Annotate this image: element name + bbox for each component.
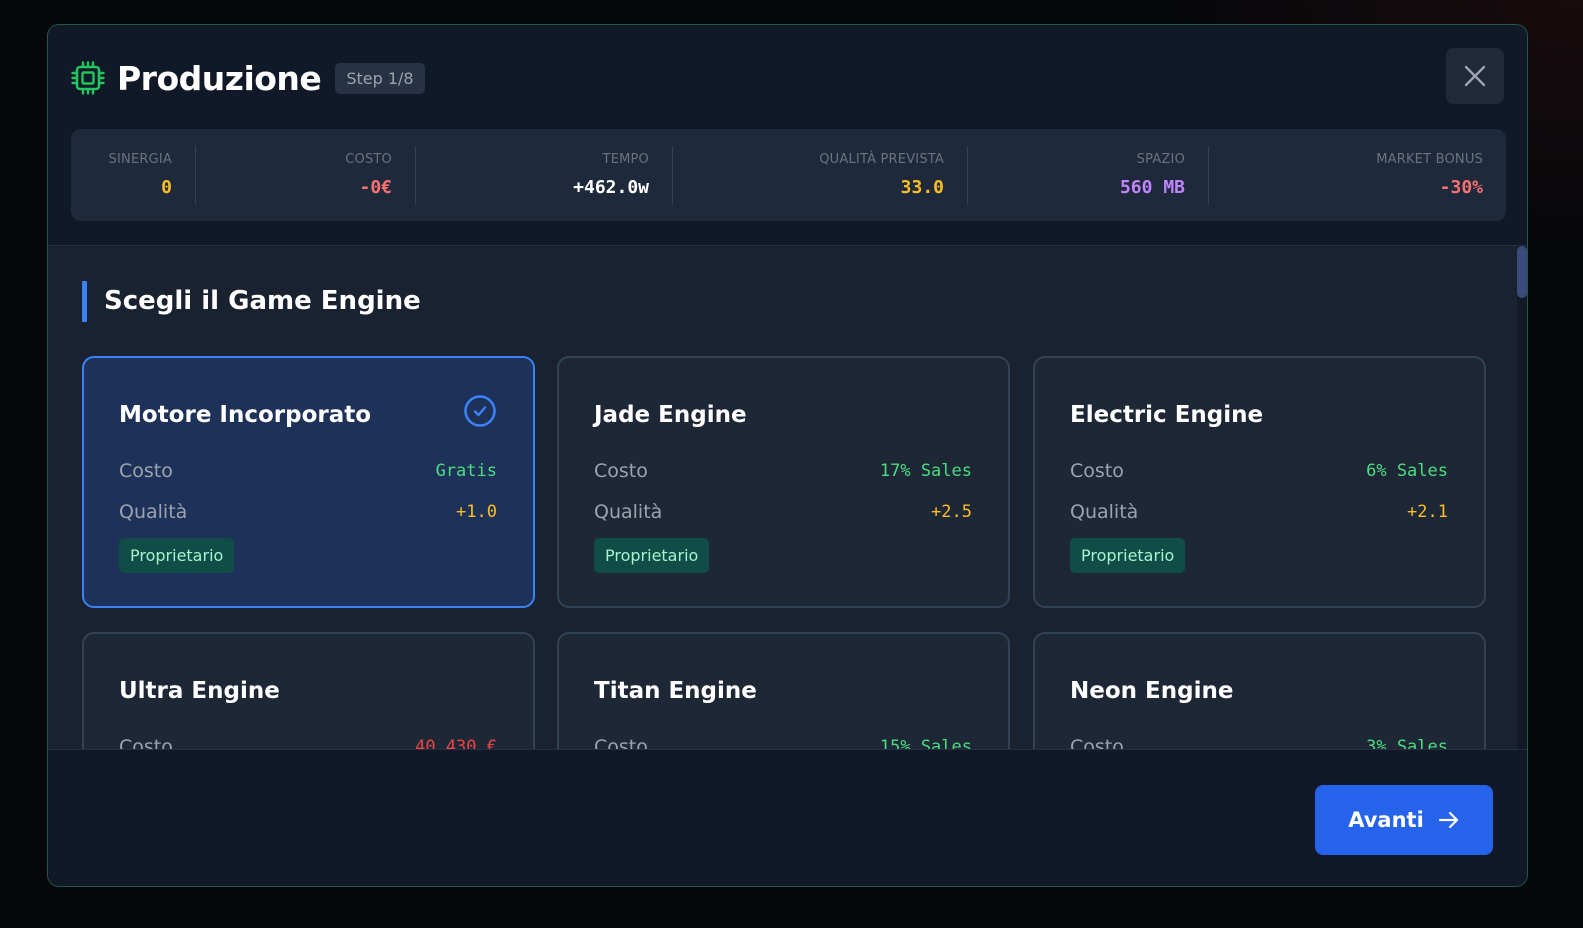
cost-value: 40.430 € [415,737,497,749]
stat-value: 560 MB [1119,177,1185,198]
cost-value: 3% Sales [1366,737,1448,749]
scrollbar-thumb[interactable] [1517,246,1527,298]
cost-value: 17% Sales [879,461,972,481]
stat-tempo: TEMPO +462.0w [416,146,673,204]
check-circle-icon [464,395,496,427]
chip-icon [71,61,105,95]
scrollbar-track[interactable] [1517,246,1527,749]
close-button[interactable] [1446,48,1504,104]
cost-row: Costo Gratis [119,460,497,482]
stat-value: -30% [1439,177,1483,198]
cost-row: Costo 15% Sales [594,736,972,749]
quality-value: +2.1 [1407,502,1448,522]
engine-card-neon-engine[interactable]: Neon Engine Costo 3% Sales [1033,632,1486,749]
close-icon [1464,65,1486,87]
modal-footer: Avanti [48,749,1527,886]
stat-market-bonus: MARKET BONUS -30% [1209,146,1506,204]
modal-title: Produzione [117,58,322,98]
stat-label: SPAZIO [1136,152,1185,167]
stat-sinergia: SINERGIA 0 [71,146,196,204]
cost-label: Costo [1070,736,1124,749]
title-row: Produzione Step 1/8 [71,58,425,98]
cost-row: Costo 6% Sales [1070,460,1448,482]
cost-label: Costo [119,460,173,482]
engine-name: Motore Incorporato [119,402,372,428]
owner-tag: Proprietario [119,538,235,573]
stat-label: SINERGIA [108,152,172,167]
engine-card-titan-engine[interactable]: Titan Engine Costo 15% Sales [557,632,1010,749]
engine-name: Neon Engine [1070,678,1234,704]
engine-name: Ultra Engine [119,678,280,704]
stat-spazio: SPAZIO 560 MB [968,146,1209,204]
cost-value: Gratis [435,461,497,481]
stat-costo: COSTO -0€ [196,146,416,204]
production-modal: Produzione Step 1/8 SINERGIA 0 COSTO -0€… [47,24,1528,887]
arrow-right-icon [1438,811,1458,829]
stat-value: 33.0 [900,177,944,198]
stat-label: MARKET BONUS [1376,152,1483,167]
stat-label: QUALITÀ PREVISTA [819,152,944,167]
section-heading: Scegli il Game Engine [104,286,421,316]
engine-name: Jade Engine [594,402,747,428]
cost-label: Costo [119,736,173,749]
cost-label: Costo [594,736,648,749]
engine-card-jade-engine[interactable]: Jade Engine Costo 17% Sales Qualità +2.5… [557,356,1010,608]
engine-card-electric-engine[interactable]: Electric Engine Costo 6% Sales Qualità +… [1033,356,1486,608]
next-button[interactable]: Avanti [1315,785,1493,855]
stat-label: COSTO [345,152,392,167]
quality-row: Qualità +2.5 [594,501,972,523]
cost-value: 15% Sales [879,737,972,749]
next-button-label: Avanti [1348,808,1424,832]
engine-name: Electric Engine [1070,402,1264,428]
modal-header: Produzione Step 1/8 SINERGIA 0 COSTO -0€… [48,25,1527,246]
quality-value: +1.0 [456,502,497,522]
cost-row: Costo 40.430 € [119,736,497,749]
quality-label: Qualità [1070,501,1139,523]
stat-label: TEMPO [602,152,649,167]
engine-card-motore-incorporato[interactable]: Motore Incorporato Costo Gratis Qualità … [82,356,535,608]
quality-row: Qualità +1.0 [119,501,497,523]
stat-qualita-prevista: QUALITÀ PREVISTA 33.0 [673,146,968,204]
owner-tag: Proprietario [1070,538,1186,573]
stat-value: 0 [161,177,172,198]
quality-label: Qualità [119,501,188,523]
engine-name: Titan Engine [594,678,757,704]
cost-row: Costo 3% Sales [1070,736,1448,749]
section-accent-bar [82,280,87,322]
engine-card-ultra-engine[interactable]: Ultra Engine Costo 40.430 € [82,632,535,749]
cost-label: Costo [1070,460,1124,482]
quality-value: +2.5 [931,502,972,522]
stats-bar: SINERGIA 0 COSTO -0€ TEMPO +462.0w QUALI… [71,129,1506,221]
cost-label: Costo [594,460,648,482]
stat-value: -0€ [359,177,392,198]
section-title: Scegli il Game Engine [82,280,421,322]
owner-tag: Proprietario [594,538,710,573]
step-badge: Step 1/8 [335,62,425,94]
cost-value: 6% Sales [1366,461,1448,481]
quality-row: Qualità +2.1 [1070,501,1448,523]
stat-value: +462.0w [573,177,649,198]
modal-body: Scegli il Game Engine Motore Incorporato… [48,246,1527,749]
quality-label: Qualità [594,501,663,523]
cost-row: Costo 17% Sales [594,460,972,482]
